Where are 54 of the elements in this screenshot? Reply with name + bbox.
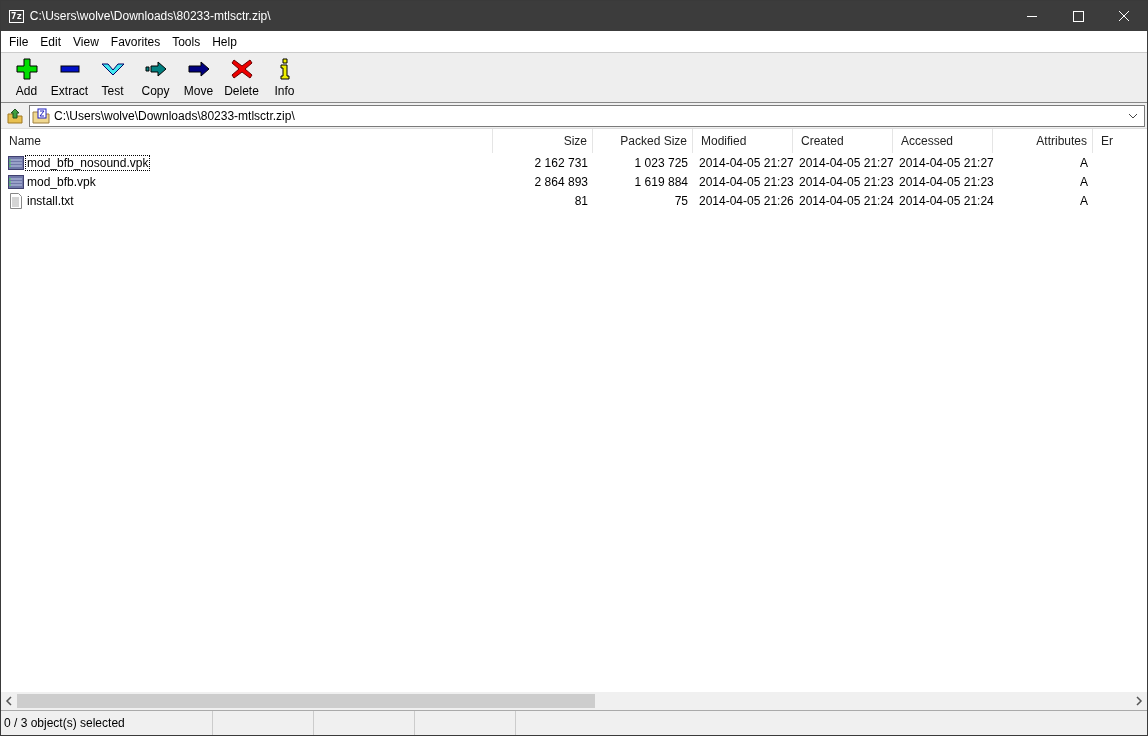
menu-item[interactable]: Edit: [34, 34, 68, 49]
column-header[interactable]: Er: [1093, 129, 1147, 153]
column-header[interactable]: Packed Size: [593, 129, 693, 153]
toolbar-button[interactable]: Info: [263, 54, 306, 101]
toolbar-button[interactable]: Delete: [220, 54, 263, 101]
table-cell: 2 162 731: [534, 155, 588, 170]
table-cell: 2014-04-05 21:23: [699, 174, 794, 189]
table-cell: A: [1080, 174, 1088, 189]
table-cell: A: [1080, 155, 1088, 170]
menu-item[interactable]: View: [67, 34, 105, 49]
menu-item[interactable]: Tools: [166, 34, 207, 49]
table-cell: 2014-04-05 21:24: [899, 193, 994, 208]
column-header[interactable]: Accessed: [893, 129, 993, 153]
dropdown-caret-icon[interactable]: [1128, 112, 1138, 119]
address-field[interactable]: C:\Users\wolve\Downloads\80233-mtlsctr.zip\: [29, 104, 1145, 127]
table-cell: 2 864 893: [534, 174, 588, 189]
table-cell: 1 023 725: [634, 155, 688, 170]
file-name[interactable]: install.txt: [25, 192, 76, 209]
folder-up-icon[interactable]: [7, 107, 23, 124]
table-cell: 2014-04-05 21:23: [799, 174, 894, 189]
plus-icon: [13, 57, 40, 81]
text-file-icon: [8, 192, 24, 209]
archive-file-icon: [8, 173, 24, 190]
toolbar-button[interactable]: Extract: [48, 54, 91, 101]
menu-item[interactable]: File: [3, 34, 35, 49]
column-header[interactable]: Name: [1, 129, 493, 153]
table-cell: 1 619 884: [634, 174, 688, 189]
menu-item[interactable]: Help: [206, 34, 243, 49]
column-header[interactable]: Size: [493, 129, 593, 153]
window-title: C:\Users\wolve\Downloads\80233-mtlsctr.zip\: [29, 9, 271, 23]
table-cell: 2014-04-05 21:24: [799, 193, 894, 208]
table-cell: 75: [674, 193, 688, 208]
table-cell: 2014-04-05 21:23: [899, 174, 994, 189]
menu-item[interactable]: Favorites: [104, 34, 167, 49]
scrollbar-thumb[interactable]: [17, 694, 595, 708]
toolbar-button[interactable]: Move: [177, 54, 220, 101]
table-cell: 81: [574, 193, 588, 208]
archive-folder-icon: [32, 107, 50, 124]
column-header[interactable]: Created: [793, 129, 893, 153]
toolbar-button[interactable]: Test: [91, 54, 134, 101]
column-header[interactable]: Modified: [693, 129, 793, 153]
status-text: 0 / 3 object(s) selected: [1, 711, 213, 735]
file-name[interactable]: mod_bfb.vpk: [25, 173, 98, 190]
archive-file-icon: [8, 154, 24, 171]
file-name[interactable]: mod_bfb_nosound.vpk: [25, 154, 151, 171]
column-header[interactable]: Attributes: [993, 129, 1093, 153]
table-cell: A: [1080, 193, 1088, 208]
toolbar-button[interactable]: Copy: [134, 54, 177, 101]
app-logo-icon: 7z: [9, 9, 24, 23]
toolbar-button[interactable]: Add: [5, 54, 48, 101]
table-cell: 2014-04-05 21:27: [799, 155, 894, 170]
table-cell: 2014-04-05 21:27: [899, 155, 994, 170]
table-cell: 2014-04-05 21:27: [699, 155, 794, 170]
table-cell: 2014-04-05 21:26: [699, 193, 794, 208]
